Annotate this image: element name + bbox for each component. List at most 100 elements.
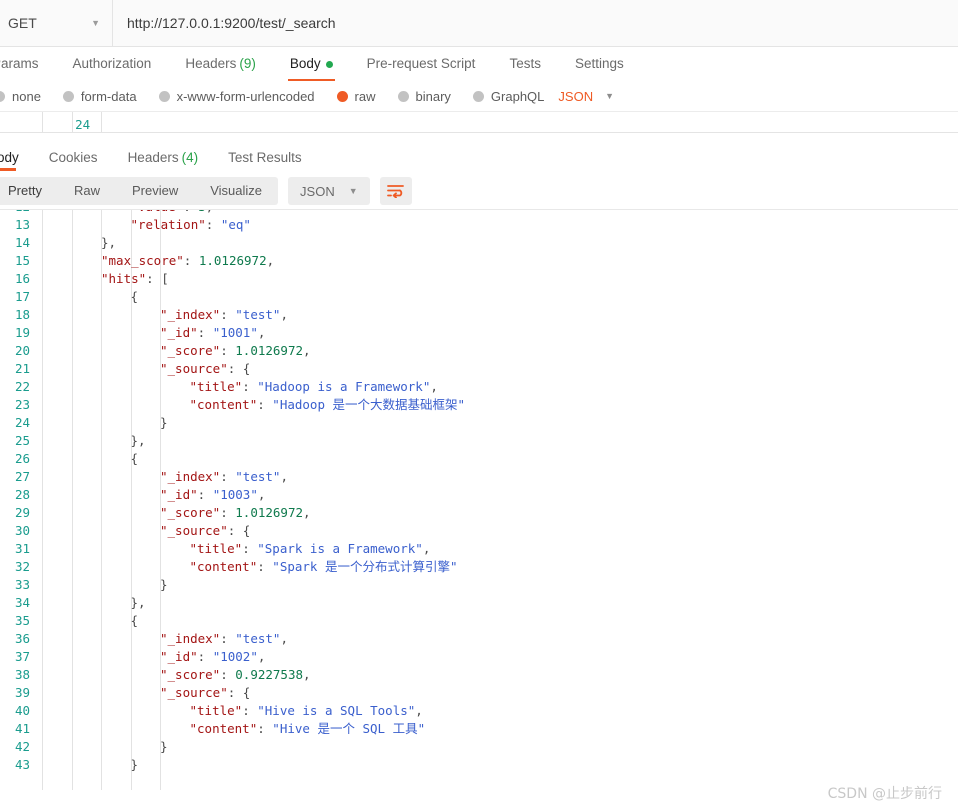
- code-line: 30 "_source": {: [0, 522, 958, 540]
- wrap-text-button[interactable]: [379, 177, 412, 205]
- response-format-select[interactable]: JSON ▼: [288, 177, 370, 205]
- body-type-x-www-form-urlencoded[interactable]: x-www-form-urlencoded: [158, 89, 315, 104]
- http-method-select[interactable]: GET ▼: [0, 0, 113, 46]
- line-number: 28: [14, 487, 30, 502]
- token-key: "_source": [160, 685, 228, 700]
- code-line-text: "_source": {: [160, 360, 250, 378]
- body-type-raw[interactable]: raw: [336, 89, 376, 104]
- code-line: 39 "_source": {: [0, 684, 958, 702]
- token-brace: {: [130, 613, 139, 628]
- token-key: "hits": [101, 271, 147, 286]
- token-punc: ,: [257, 649, 266, 664]
- token-punc: :: [220, 469, 236, 484]
- token-punc: ,: [257, 325, 266, 340]
- body-type-form-data[interactable]: form-data: [62, 89, 137, 104]
- response-tab-label: Body: [0, 150, 19, 165]
- response-tab-test-results[interactable]: Test Results: [213, 145, 317, 171]
- token-punc: :: [220, 505, 236, 520]
- code-line-text: {: [131, 612, 139, 630]
- line-number: 17: [14, 289, 30, 304]
- line-number: 25: [14, 433, 30, 448]
- line-number: 24: [75, 117, 91, 132]
- token-str: "Spark 是一个分布式计算引擎": [272, 559, 458, 574]
- line-number: 31: [14, 541, 30, 556]
- request-tab-params[interactable]: Params: [0, 47, 56, 81]
- code-line-text: "title": "Hive is a SQL Tools",: [190, 702, 423, 720]
- token-key: "_index": [160, 307, 221, 322]
- token-punc: ,: [430, 379, 438, 394]
- request-tab-tests[interactable]: Tests: [492, 47, 558, 81]
- code-line-text: "title": "Hadoop is a Framework",: [190, 378, 438, 396]
- code-line: 17 {: [0, 288, 958, 306]
- body-type-binary[interactable]: binary: [397, 89, 451, 104]
- line-number: 23: [14, 397, 30, 412]
- token-key: "_score": [160, 343, 221, 358]
- request-body-editor[interactable]: 24 }: [0, 112, 958, 133]
- view-mode-visualize[interactable]: Visualize: [194, 177, 278, 205]
- line-number: 29: [14, 505, 30, 520]
- code-line-text: {: [131, 450, 139, 468]
- code-line-text: "hits": [: [101, 270, 169, 288]
- line-number: 19: [14, 325, 30, 340]
- code-line: 21 "_source": {: [0, 360, 958, 378]
- code-line: 40 "title": "Hive is a SQL Tools",: [0, 702, 958, 720]
- token-brace: }: [130, 757, 139, 772]
- request-tab-authorization[interactable]: Authorization: [56, 47, 169, 81]
- request-tab-headers[interactable]: Headers (9): [168, 47, 273, 81]
- line-number: 38: [14, 667, 30, 682]
- code-line-text: "_index": "test",: [160, 306, 288, 324]
- code-line-text: "_score": 1.0126972,: [160, 342, 311, 360]
- body-type-graphql[interactable]: GraphQL: [472, 89, 544, 104]
- line-number: 14: [14, 235, 30, 250]
- code-line-text: "_source": {: [160, 684, 250, 702]
- line-number: 41: [14, 721, 30, 736]
- token-punc: :: [183, 253, 199, 268]
- request-tab-pre-request-script[interactable]: Pre-request Script: [350, 47, 493, 81]
- request-tab-settings[interactable]: Settings: [558, 47, 641, 81]
- token-punc: :: [227, 523, 243, 538]
- token-key: "_id": [160, 487, 198, 502]
- token-str: "1002": [212, 649, 258, 664]
- token-key: "_source": [160, 523, 228, 538]
- line-number: 15: [14, 253, 30, 268]
- line-number: 13: [14, 217, 30, 232]
- token-punc: :: [257, 559, 273, 574]
- token-brace: {: [130, 289, 139, 304]
- token-str: "test": [235, 631, 281, 646]
- response-tab-cookies[interactable]: Cookies: [34, 145, 113, 171]
- raw-format-select[interactable]: JSON: [558, 89, 593, 104]
- request-tab-label: Settings: [574, 56, 624, 71]
- token-punc: ,: [280, 469, 288, 484]
- view-mode-raw[interactable]: Raw: [58, 177, 116, 205]
- request-tab-label: Tests: [509, 56, 541, 71]
- request-tab-label: Params: [0, 56, 39, 71]
- token-str: "Hive is a SQL Tools": [257, 703, 416, 718]
- token-key: "content": [189, 397, 258, 412]
- token-brace: {: [242, 523, 251, 538]
- token-key: "_index": [160, 631, 221, 646]
- view-mode-pretty[interactable]: Pretty: [0, 177, 58, 205]
- code-line-text: "_source": {: [160, 522, 250, 540]
- code-line-text: },: [101, 234, 116, 252]
- response-tab-headers[interactable]: Headers (4): [113, 145, 214, 171]
- view-mode-preview[interactable]: Preview: [116, 177, 194, 205]
- code-line-text: }: [160, 414, 168, 432]
- response-view-toolbar: Pretty Raw Preview Visualize JSON ▼: [0, 171, 958, 209]
- token-brace: },: [130, 595, 146, 610]
- body-type-none[interactable]: none: [0, 89, 41, 104]
- token-key: "_id": [160, 325, 198, 340]
- code-line-text: },: [131, 594, 146, 612]
- line-number: 42: [14, 739, 30, 754]
- token-key: "_id": [160, 649, 198, 664]
- request-tab-body[interactable]: Body: [273, 47, 350, 81]
- code-line: 27 "_index": "test",: [0, 468, 958, 486]
- response-body-code[interactable]: 12"value": 3,13"relation": "eq"14},15"ma…: [0, 210, 958, 790]
- response-tab-body[interactable]: Body: [0, 145, 34, 171]
- request-tab-label: Pre-request Script: [366, 56, 476, 71]
- request-url-input[interactable]: http://127.0.0.1:9200/test/_search: [113, 0, 958, 46]
- chevron-down-icon[interactable]: ▼: [605, 91, 614, 101]
- code-line: 32 "content": "Spark 是一个分布式计算引擎": [0, 558, 958, 576]
- radio-button-icon: [158, 90, 170, 102]
- request-tab-label: Headers: [185, 56, 237, 71]
- code-line: 23 "content": "Hadoop 是一个大数据基础框架": [0, 396, 958, 414]
